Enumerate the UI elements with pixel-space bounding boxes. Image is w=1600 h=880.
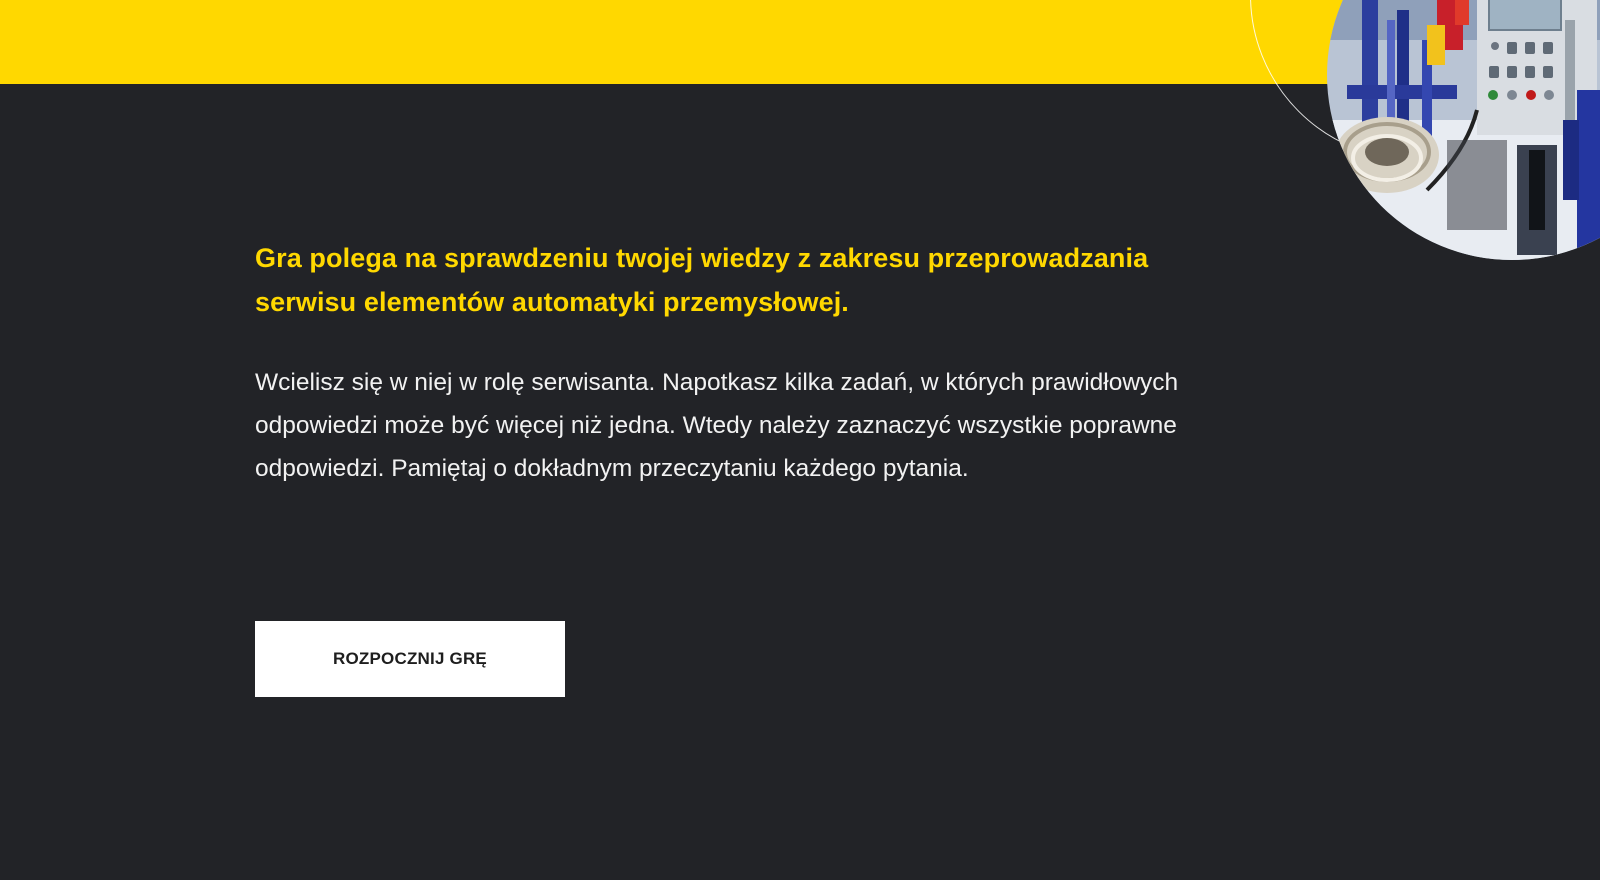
intro-body-text: Wcielisz się w niej w rolę serwisanta. N… bbox=[255, 369, 1179, 482]
industrial-machine-photo bbox=[1327, 0, 1600, 260]
start-game-button[interactable]: ROZPOCZNIJ GRĘ bbox=[255, 621, 565, 697]
intro-content: Gra polega na sprawdzeniu twojej wiedzy … bbox=[255, 236, 1185, 490]
game-intro-page: Gra polega na sprawdzeniu twojej wiedzy … bbox=[0, 0, 1600, 880]
intro-lead-text: Gra polega na sprawdzeniu twojej wiedzy … bbox=[255, 243, 1149, 317]
